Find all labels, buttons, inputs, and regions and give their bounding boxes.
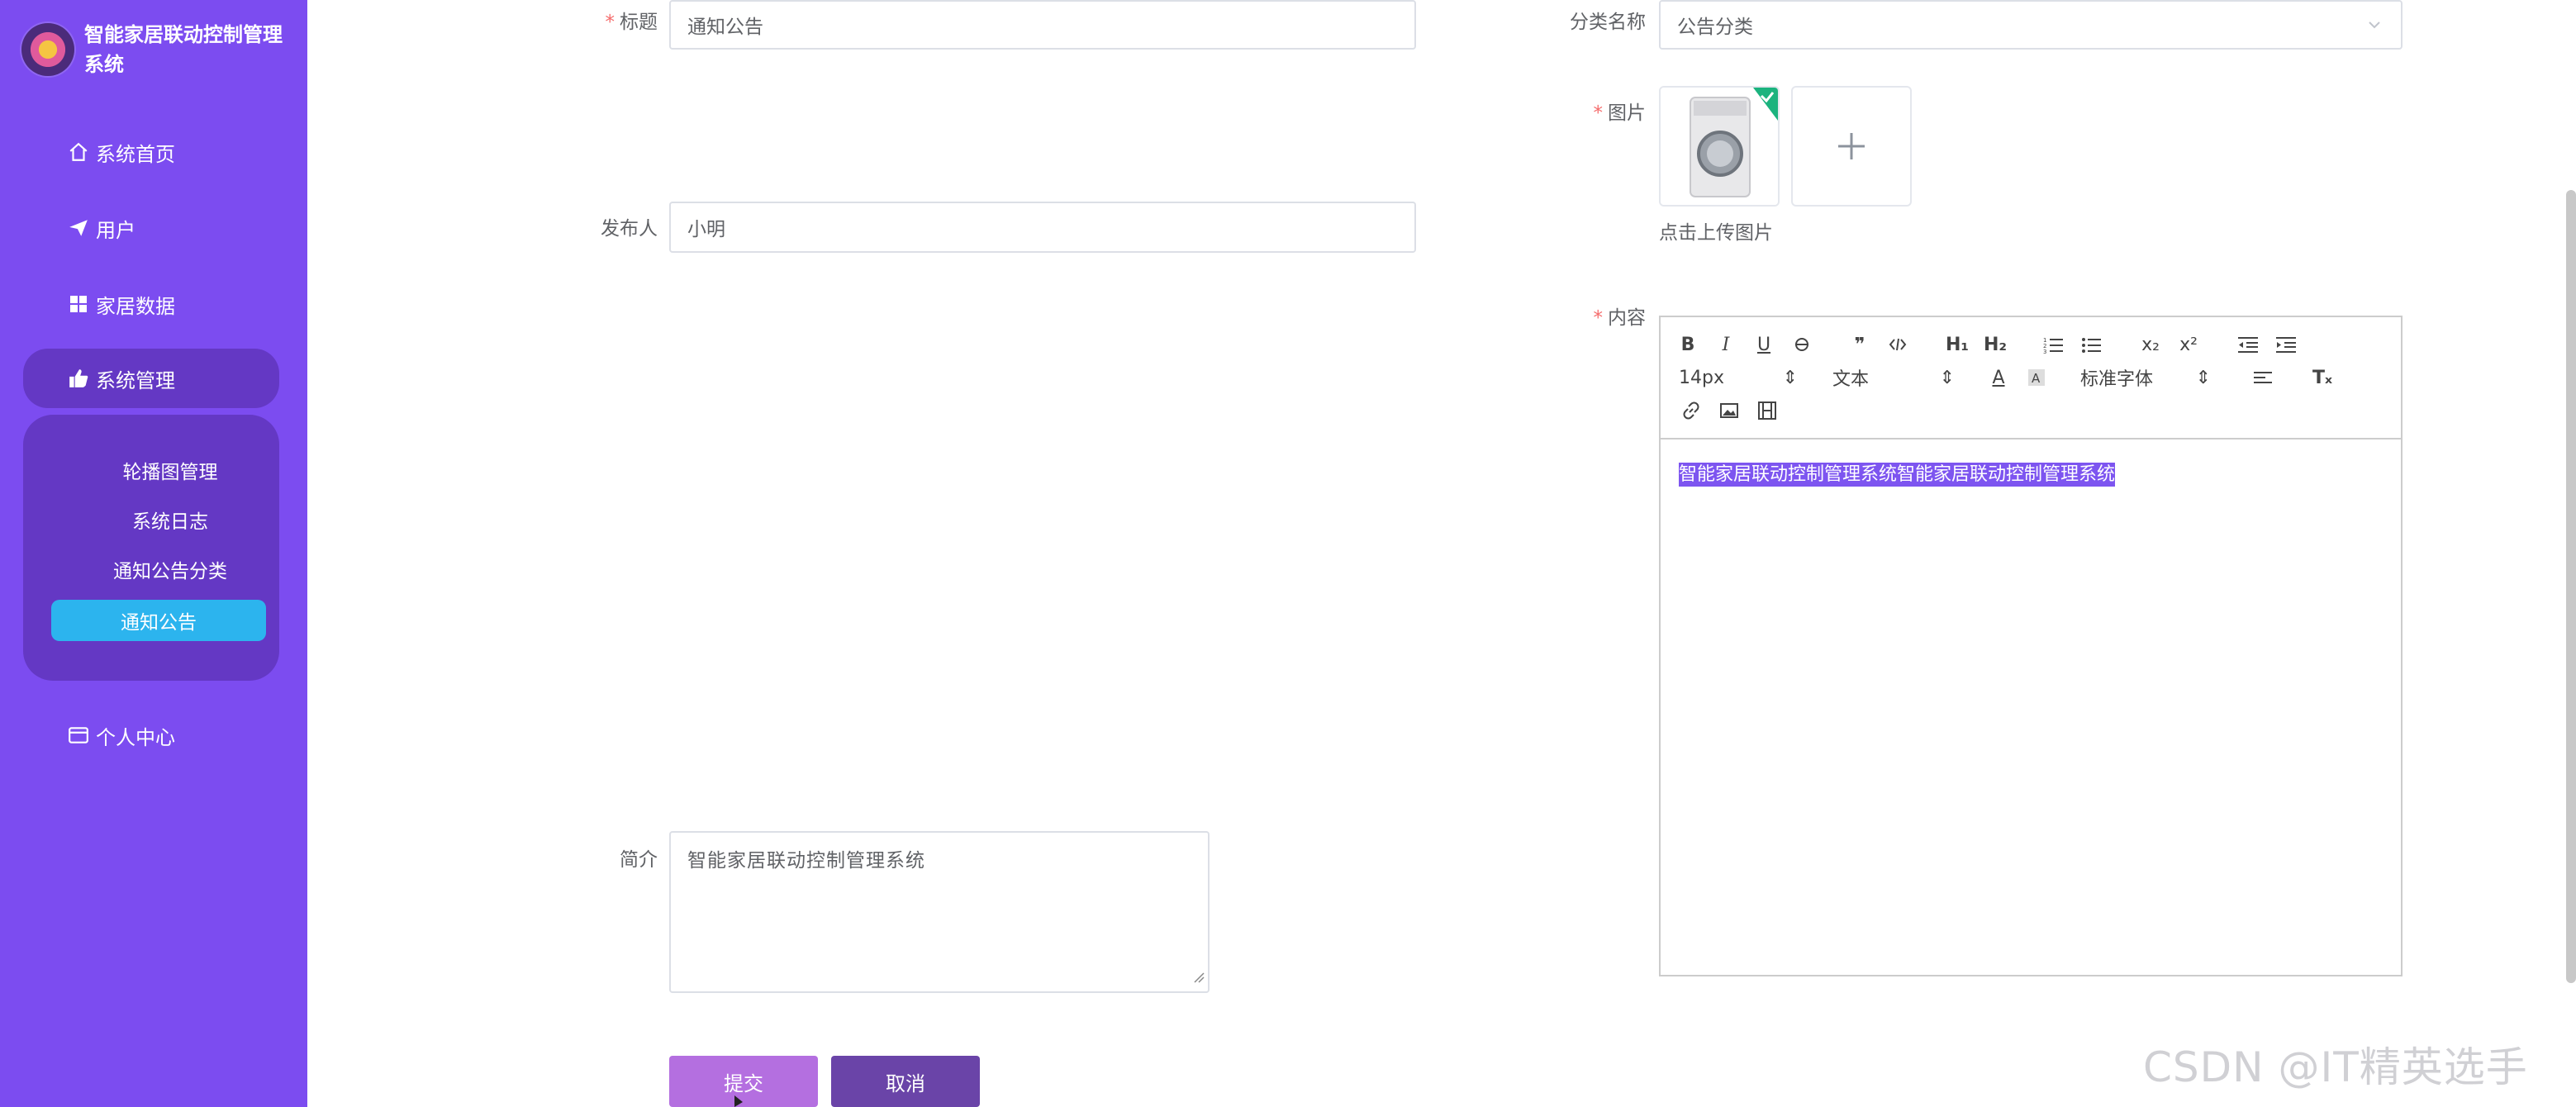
system-submenu: 轮播图管理 系统日志 通知公告分类 通知公告: [23, 415, 279, 681]
heading1-icon[interactable]: H₁: [1943, 330, 1971, 359]
video-icon[interactable]: [1753, 397, 1781, 425]
sidebar: 智能家居联动控制管理系统 系统首页 用户 家居数据 系统管理 轮播图管理 系统日…: [0, 0, 307, 1107]
submit-button[interactable]: 提交: [669, 1056, 818, 1107]
svg-text:A: A: [2032, 371, 2041, 386]
uploaded-image-thumbnail[interactable]: [1659, 86, 1780, 207]
font-family-value: 标准字体: [2080, 369, 2154, 390]
required-mark: *: [605, 12, 615, 33]
link-icon[interactable]: [1677, 397, 1705, 425]
submenu-item-notice-category[interactable]: 通知公告分类: [51, 549, 289, 590]
upload-image-button[interactable]: [1791, 86, 1912, 207]
grid-icon: [66, 292, 91, 316]
washing-machine-image: [1661, 88, 1778, 205]
quote-icon[interactable]: ❞: [1846, 330, 1874, 359]
required-mark: *: [1593, 102, 1604, 124]
submenu-item-carousel[interactable]: 轮播图管理: [51, 449, 289, 491]
sidebar-item-label: 系统管理: [96, 368, 175, 392]
sidebar-item-label: 家居数据: [96, 294, 175, 318]
title-input[interactable]: 通知公告: [669, 0, 1416, 50]
font-family-picker[interactable]: 标准字体 ⇕: [2077, 363, 2214, 392]
heading2-icon[interactable]: H₂: [1981, 330, 2009, 359]
cancel-button[interactable]: 取消: [831, 1056, 980, 1107]
editor-toolbar: B I U ❞ H₁ H₂ 123 x₂ x² 14px ⇕ 文本 ⇕ A A …: [1661, 317, 2401, 439]
send-icon: [66, 216, 91, 240]
rich-text-editor: B I U ❞ H₁ H₂ 123 x₂ x² 14px ⇕ 文本 ⇕ A A …: [1659, 316, 2403, 976]
outdent-icon[interactable]: [2234, 330, 2262, 359]
font-size-value: 14px: [1679, 367, 1724, 388]
svg-text:3: 3: [2043, 349, 2046, 354]
strikethrough-icon[interactable]: [1788, 330, 1816, 359]
font-color-icon[interactable]: A: [1984, 363, 2013, 392]
thumbs-up-icon: [66, 366, 91, 391]
background-color-icon[interactable]: A: [2022, 363, 2051, 392]
category-select-value: 公告分类: [1677, 17, 1753, 38]
resize-handle-icon[interactable]: [1193, 967, 1205, 988]
sidebar-item-system[interactable]: 系统管理: [23, 349, 279, 408]
underline-icon[interactable]: U: [1750, 330, 1778, 359]
font-size-picker[interactable]: 14px ⇕: [1675, 363, 1801, 392]
updown-icon: ⇕: [1782, 367, 1798, 388]
updown-icon: ⇕: [2195, 367, 2211, 388]
app-logo: [21, 23, 74, 76]
title-label: * 标题: [605, 12, 658, 33]
summary-text: 智能家居联动控制管理系统: [687, 850, 925, 872]
watermark: CSDN @IT精英选手: [2143, 1043, 2528, 1091]
card-icon: [66, 723, 91, 748]
upload-hint: 点击上传图片: [1659, 222, 1773, 244]
align-icon[interactable]: [2249, 363, 2277, 392]
code-icon[interactable]: [1884, 330, 1912, 359]
superscript-icon[interactable]: x²: [2174, 330, 2203, 359]
sidebar-item-home[interactable]: 系统首页: [23, 122, 279, 182]
category-label: 分类名称: [1570, 12, 1646, 33]
chevron-down-icon: [2366, 17, 2383, 38]
sidebar-item-label: 系统首页: [96, 142, 175, 166]
summary-label: 简介: [620, 849, 658, 871]
italic-icon[interactable]: I: [1712, 330, 1740, 359]
publisher-label: 发布人: [601, 218, 658, 240]
summary-textarea[interactable]: 智能家居联动控制管理系统: [669, 831, 1210, 993]
brand: 智能家居联动控制管理系统: [21, 20, 294, 79]
image-label: * 图片: [1593, 102, 1647, 124]
required-mark: *: [1593, 307, 1604, 329]
bullet-list-icon[interactable]: [2077, 330, 2105, 359]
clear-format-icon[interactable]: Tₓ: [2308, 363, 2336, 392]
category-select[interactable]: 公告分类: [1659, 0, 2403, 50]
block-type-picker[interactable]: 文本 ⇕: [1829, 363, 1958, 392]
app-title: 智能家居联动控制管理系统: [84, 23, 283, 76]
editor-content[interactable]: 智能家居联动控制管理系统智能家居联动控制管理系统: [1679, 459, 2116, 487]
scrollbar[interactable]: [2566, 190, 2576, 983]
submenu-item-logs[interactable]: 系统日志: [51, 499, 289, 540]
bold-icon[interactable]: B: [1674, 330, 1702, 359]
submenu-item-notice[interactable]: 通知公告: [51, 600, 266, 641]
subscript-icon[interactable]: x₂: [2136, 330, 2165, 359]
block-type-value: 文本: [1832, 369, 1870, 390]
home-icon: [66, 140, 91, 164]
ordered-list-icon[interactable]: 123: [2039, 330, 2067, 359]
sidebar-item-profile[interactable]: 个人中心: [23, 706, 279, 765]
content-label: * 内容: [1593, 307, 1647, 329]
indent-icon[interactable]: [2272, 330, 2300, 359]
sidebar-item-users[interactable]: 用户: [23, 198, 279, 258]
updown-icon: ⇕: [1939, 367, 1955, 388]
sidebar-item-home-data[interactable]: 家居数据: [23, 274, 279, 334]
plus-icon: [1838, 133, 1865, 159]
sidebar-item-label: 个人中心: [96, 725, 175, 749]
sidebar-item-label: 用户: [96, 218, 135, 242]
selected-content-text: 智能家居联动控制管理系统智能家居联动控制管理系统: [1679, 463, 2116, 487]
publisher-input[interactable]: 小明: [669, 202, 1416, 253]
image-icon[interactable]: [1715, 397, 1743, 425]
mouse-cursor-icon: [734, 1095, 743, 1107]
